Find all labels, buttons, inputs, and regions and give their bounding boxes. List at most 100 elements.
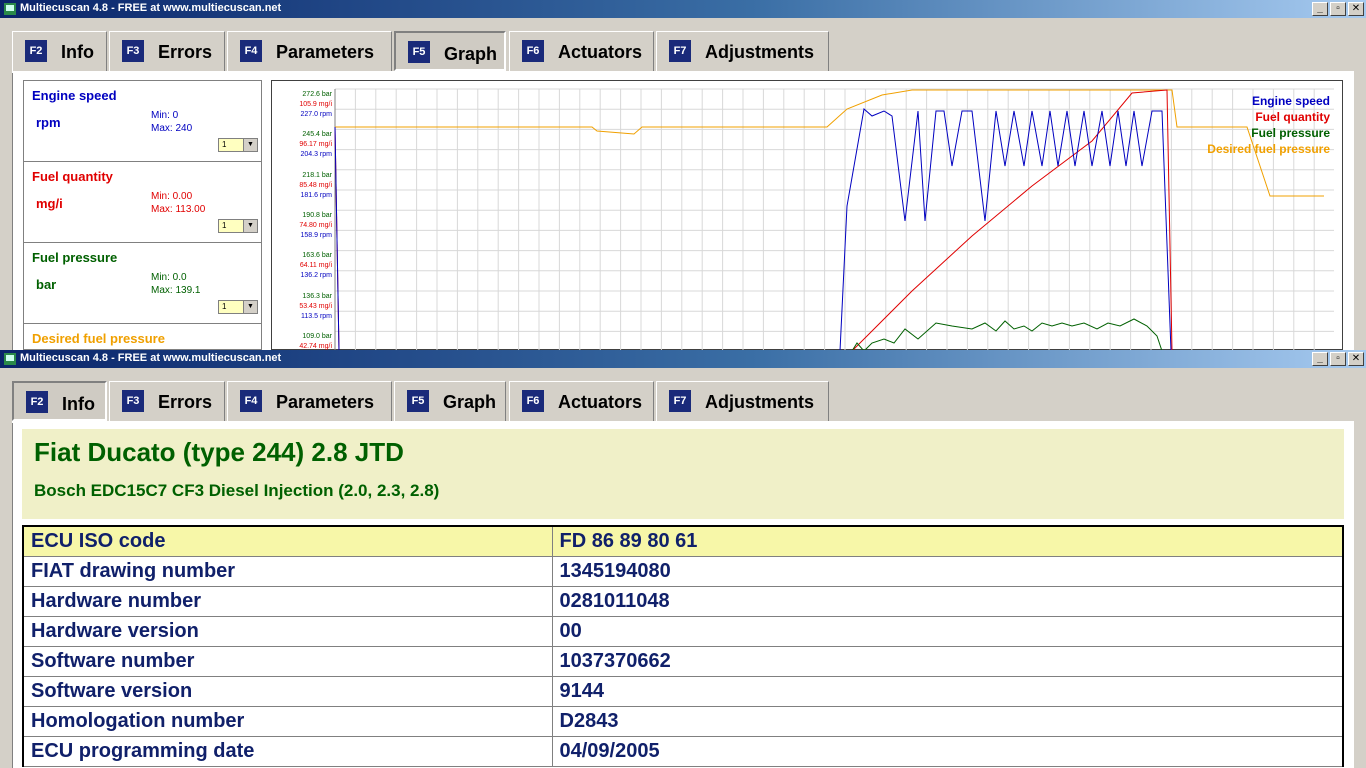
row-label: Hardware version [22, 615, 553, 647]
close-button[interactable]: ✕ [1348, 352, 1364, 366]
y-tick-mg: 64.11 mg/i [299, 262, 332, 270]
y-tick-rpm: 158.9 rpm [300, 231, 332, 239]
row-value: 0281011048 [551, 585, 1344, 617]
table-row[interactable]: Hardware number 0281011048 [22, 585, 1344, 617]
param-max: Max: 139.1 [151, 285, 201, 296]
param-name: Fuel pressure [32, 250, 118, 265]
tab-label: Parameters [276, 42, 375, 62]
ecu-info-table: ECU ISO code FD 86 89 80 61 FIAT drawing n… [22, 525, 1344, 767]
restore-button[interactable]: ▫ [1330, 2, 1346, 16]
table-row[interactable]: FIAT drawing number 1345194080 [22, 555, 1344, 587]
tab-graph[interactable]: F5 Graph [394, 31, 506, 71]
table-row[interactable]: Hardware version 00 [22, 615, 1344, 647]
tab-adjustments[interactable]: F7 Adjustments [656, 31, 829, 71]
table-row[interactable]: ECU ISO code FD 86 89 80 61 [22, 525, 1344, 557]
row-label: FIAT drawing number [22, 555, 553, 587]
tab-errors[interactable]: F3 Errors [109, 31, 225, 71]
graph-plot [334, 88, 1334, 350]
tab-bar: F2 Info F3 Errors F4 Parameters F5 Graph F6 A… [12, 31, 1352, 71]
param-desired-fuel-pressure[interactable]: Desired fuel pressure [24, 324, 261, 350]
row-value: D2843 [551, 705, 1344, 737]
tab-info[interactable]: F2 Info [12, 381, 107, 421]
param-engine-speed[interactable]: Engine speed rpm Min: 0 Max: 240 1 ▼ [24, 81, 261, 162]
scale-select[interactable]: 1 ▼ [218, 138, 258, 152]
tab-label: Info [62, 394, 95, 414]
param-min: Min: 0 [151, 110, 179, 121]
tab-label: Errors [158, 42, 213, 62]
y-tick-bar: 190.8 bar [302, 211, 332, 219]
tab-errors[interactable]: F3 Errors [109, 381, 225, 421]
restore-button[interactable]: ▫ [1330, 352, 1346, 366]
dropdown-arrow-icon[interactable]: ▼ [243, 139, 257, 151]
y-tick-mg: 53.43 mg/i [299, 302, 332, 310]
title-bar[interactable]: Multiecuscan 4.8 - FREE at www.multiecus… [0, 0, 1366, 18]
tab-graph[interactable]: F5 Graph [394, 381, 506, 421]
tab-bar: F2 Info F3 Errors F4 Parameters F5 Graph F6 A… [12, 381, 1352, 421]
row-value: 1345194080 [551, 555, 1344, 587]
row-label: Hardware number [22, 585, 553, 617]
tab-label: Actuators [558, 392, 643, 412]
table-row[interactable]: Software version 9144 [22, 675, 1344, 707]
y-tick-mg: 74.80 mg/i [299, 221, 332, 229]
y-tick-bar: 136.3 bar [302, 292, 332, 300]
grid-lines [334, 88, 1334, 350]
legend-engine-speed: Engine speed [1251, 94, 1330, 108]
close-button[interactable]: ✕ [1348, 2, 1364, 16]
f3-key-icon: F3 [122, 40, 144, 62]
app-icon [4, 3, 16, 15]
legend-desired-fuel-pressure: Desired fuel pressure [1207, 142, 1330, 156]
scale-select[interactable]: 1 ▼ [218, 219, 258, 233]
row-value: 00 [551, 615, 1344, 647]
f5-key-icon: F5 [408, 41, 430, 63]
tab-actuators[interactable]: F6 Actuators [509, 381, 654, 421]
app-icon [4, 353, 16, 365]
minimize-button[interactable]: _ [1312, 2, 1328, 16]
f7-key-icon: F7 [669, 40, 691, 62]
scale-select[interactable]: 1 ▼ [218, 300, 258, 314]
dropdown-arrow-icon[interactable]: ▼ [243, 220, 257, 232]
trace-desired-fuel-pressure [335, 89, 1324, 197]
tab-parameters[interactable]: F4 Parameters [227, 31, 392, 71]
legend-fuel-quantity: Fuel quantity [1255, 110, 1330, 124]
f4-key-icon: F4 [240, 40, 262, 62]
table-row[interactable]: ECU programming date 04/09/2005 [22, 735, 1344, 767]
param-fuel-quantity[interactable]: Fuel quantity mg/i Min: 0.00 Max: 113.00… [24, 162, 261, 243]
row-value: 9144 [551, 675, 1344, 707]
param-name: Fuel quantity [32, 169, 113, 184]
param-panel: Engine speed rpm Min: 0 Max: 240 1 ▼ Fuel… [23, 80, 262, 350]
y-tick-bar: 163.6 bar [302, 252, 332, 260]
tab-label: Graph [443, 392, 497, 412]
tab-label: Adjustments [705, 42, 815, 62]
param-unit: mg/i [36, 196, 63, 211]
scroll-strip [1354, 31, 1366, 350]
param-fuel-pressure[interactable]: Fuel pressure bar Min: 0.0 Max: 139.1 1 ▼ [24, 243, 261, 324]
tab-info[interactable]: F2 Info [12, 31, 107, 71]
tab-label: Graph [444, 44, 498, 64]
row-value: FD 86 89 80 61 [551, 525, 1344, 557]
param-min: Min: 0.0 [151, 272, 187, 283]
param-name: Engine speed [32, 88, 117, 103]
row-label: ECU ISO code [22, 525, 553, 557]
tab-adjustments[interactable]: F7 Adjustments [656, 381, 829, 421]
y-tick-rpm: 204.3 rpm [300, 151, 332, 159]
minimize-button[interactable]: _ [1312, 352, 1328, 366]
vehicle-title: Fiat Ducato (type 244) 2.8 JTD [34, 437, 404, 467]
y-tick-mg: 96.17 mg/i [299, 141, 332, 149]
table-row[interactable]: Software number 1037370662 [22, 645, 1344, 677]
f6-key-icon: F6 [522, 40, 544, 62]
param-max: Max: 113.00 [151, 204, 206, 215]
tab-label: Errors [158, 392, 213, 412]
tab-parameters[interactable]: F4 Parameters [227, 381, 392, 421]
param-unit: rpm [36, 115, 61, 130]
f3-key-icon: F3 [122, 390, 144, 412]
title-bar[interactable]: Multiecuscan 4.8 - FREE at www.multiecus… [0, 350, 1366, 368]
tab-actuators[interactable]: F6 Actuators [509, 31, 654, 71]
param-name: Desired fuel pressure [32, 331, 165, 346]
param-max: Max: 240 [151, 123, 193, 134]
scale-value: 1 [222, 140, 227, 149]
dropdown-arrow-icon[interactable]: ▼ [243, 301, 257, 313]
table-row[interactable]: Homologation number D2843 [22, 705, 1344, 737]
window-title: Multiecuscan 4.8 - FREE at www.multiecus… [20, 2, 282, 14]
trace-engine-speed [334, 126, 340, 350]
y-tick-mg: 42.74 mg/i [299, 342, 332, 350]
